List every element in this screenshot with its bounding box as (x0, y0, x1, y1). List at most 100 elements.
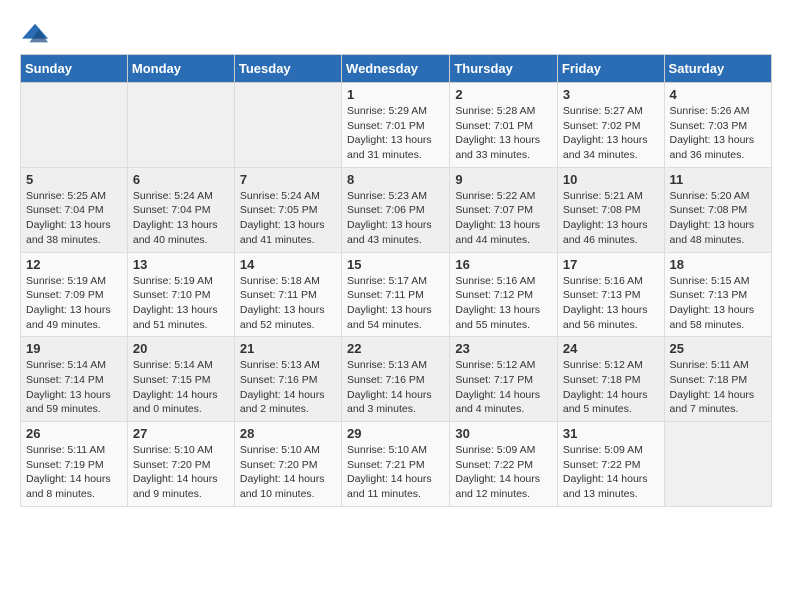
calendar-cell: 13Sunrise: 5:19 AM Sunset: 7:10 PM Dayli… (127, 252, 234, 337)
day-info: Sunrise: 5:19 AM Sunset: 7:09 PM Dayligh… (26, 274, 122, 333)
calendar-cell: 23 Sunrise: 5:12 AM Sunset: 7:17 PM Dayli… (450, 337, 558, 422)
day-number: 29 (347, 426, 444, 441)
weekday-header-saturday: Saturday (664, 55, 771, 83)
day-number: 30 (455, 426, 552, 441)
day-number: 19 (26, 341, 122, 356)
calendar-cell: 15Sunrise: 5:17 AM Sunset: 7:11 PM Dayli… (342, 252, 450, 337)
calendar-cell: 9 Sunrise: 5:22 AM Sunset: 7:07 PM Daylig… (450, 167, 558, 252)
day-number: 31 (563, 426, 659, 441)
calendar-cell: 6Sunrise: 5:24 AM Sunset: 7:04 PM Daylig… (127, 167, 234, 252)
day-info: Sunrise: 5:12 AM Sunset: 7:17 PM Dayligh… (455, 358, 552, 417)
day-number: 7 (240, 172, 336, 187)
calendar-cell: 4Sunrise: 5:26 AM Sunset: 7:03 PM Daylig… (664, 83, 771, 168)
day-info: Sunrise: 5:15 AM Sunset: 7:13 PM Dayligh… (670, 274, 766, 333)
calendar-cell: 7 Sunrise: 5:24 AM Sunset: 7:05 PM Daylig… (234, 167, 341, 252)
day-number: 26 (26, 426, 122, 441)
weekday-header-friday: Friday (557, 55, 664, 83)
calendar-cell: 5 Sunrise: 5:25 AM Sunset: 7:04 PM Daylig… (21, 167, 128, 252)
calendar-week-row: 5 Sunrise: 5:25 AM Sunset: 7:04 PM Daylig… (21, 167, 772, 252)
calendar-cell: 21 Sunrise: 5:13 AM Sunset: 7:16 PM Dayli… (234, 337, 341, 422)
calendar-cell: 1 Sunrise: 5:29 AM Sunset: 7:01 PM Daylig… (342, 83, 450, 168)
weekday-header-thursday: Thursday (450, 55, 558, 83)
day-number: 22 (347, 341, 444, 356)
calendar-cell: 19 Sunrise: 5:14 AM Sunset: 7:14 PM Dayli… (21, 337, 128, 422)
day-info: Sunrise: 5:18 AM Sunset: 7:11 PM Dayligh… (240, 274, 336, 333)
day-number: 15 (347, 257, 444, 272)
calendar-cell: 8 Sunrise: 5:23 AM Sunset: 7:06 PM Daylig… (342, 167, 450, 252)
calendar-cell: 17Sunrise: 5:16 AM Sunset: 7:13 PM Dayli… (557, 252, 664, 337)
calendar-cell (127, 83, 234, 168)
day-info: Sunrise: 5:10 AM Sunset: 7:20 PM Dayligh… (133, 443, 229, 502)
day-info: Sunrise: 5:14 AM Sunset: 7:15 PM Dayligh… (133, 358, 229, 417)
day-info: Sunrise: 5:20 AM Sunset: 7:08 PM Dayligh… (670, 189, 766, 248)
day-info: Sunrise: 5:22 AM Sunset: 7:07 PM Dayligh… (455, 189, 552, 248)
day-number: 18 (670, 257, 766, 272)
day-info: Sunrise: 5:09 AM Sunset: 7:22 PM Dayligh… (455, 443, 552, 502)
calendar-cell: 11 Sunrise: 5:20 AM Sunset: 7:08 PM Dayli… (664, 167, 771, 252)
calendar-week-row: 19 Sunrise: 5:14 AM Sunset: 7:14 PM Dayli… (21, 337, 772, 422)
day-info: Sunrise: 5:27 AM Sunset: 7:02 PM Dayligh… (563, 104, 659, 163)
day-number: 28 (240, 426, 336, 441)
day-info: Sunrise: 5:23 AM Sunset: 7:06 PM Dayligh… (347, 189, 444, 248)
day-number: 25 (670, 341, 766, 356)
day-number: 21 (240, 341, 336, 356)
calendar-week-row: 1 Sunrise: 5:29 AM Sunset: 7:01 PM Daylig… (21, 83, 772, 168)
day-number: 8 (347, 172, 444, 187)
day-number: 23 (455, 341, 552, 356)
day-info: Sunrise: 5:25 AM Sunset: 7:04 PM Dayligh… (26, 189, 122, 248)
calendar-cell: 29Sunrise: 5:10 AM Sunset: 7:21 PM Dayli… (342, 422, 450, 507)
day-number: 24 (563, 341, 659, 356)
calendar-cell: 3Sunrise: 5:27 AM Sunset: 7:02 PM Daylig… (557, 83, 664, 168)
day-info: Sunrise: 5:14 AM Sunset: 7:14 PM Dayligh… (26, 358, 122, 417)
calendar-cell: 18 Sunrise: 5:15 AM Sunset: 7:13 PM Dayli… (664, 252, 771, 337)
day-number: 17 (563, 257, 659, 272)
day-info: Sunrise: 5:24 AM Sunset: 7:04 PM Dayligh… (133, 189, 229, 248)
day-number: 16 (455, 257, 552, 272)
calendar-cell: 20 Sunrise: 5:14 AM Sunset: 7:15 PM Dayli… (127, 337, 234, 422)
calendar-cell (664, 422, 771, 507)
day-number: 4 (670, 87, 766, 102)
calendar-cell: 26Sunrise: 5:11 AM Sunset: 7:19 PM Dayli… (21, 422, 128, 507)
calendar-cell: 22 Sunrise: 5:13 AM Sunset: 7:16 PM Dayli… (342, 337, 450, 422)
calendar-cell: 25 Sunrise: 5:11 AM Sunset: 7:18 PM Dayli… (664, 337, 771, 422)
day-info: Sunrise: 5:28 AM Sunset: 7:01 PM Dayligh… (455, 104, 552, 163)
calendar-cell (234, 83, 341, 168)
day-number: 20 (133, 341, 229, 356)
day-info: Sunrise: 5:13 AM Sunset: 7:16 PM Dayligh… (347, 358, 444, 417)
day-number: 1 (347, 87, 444, 102)
day-info: Sunrise: 5:11 AM Sunset: 7:18 PM Dayligh… (670, 358, 766, 417)
calendar-cell: 30 Sunrise: 5:09 AM Sunset: 7:22 PM Dayli… (450, 422, 558, 507)
day-info: Sunrise: 5:13 AM Sunset: 7:16 PM Dayligh… (240, 358, 336, 417)
logo (20, 20, 50, 44)
calendar-week-row: 12 Sunrise: 5:19 AM Sunset: 7:09 PM Dayli… (21, 252, 772, 337)
logo-icon (22, 20, 50, 48)
calendar-table: SundayMondayTuesdayWednesdayThursdayFrid… (20, 54, 772, 507)
day-info: Sunrise: 5:21 AM Sunset: 7:08 PM Dayligh… (563, 189, 659, 248)
weekday-header-sunday: Sunday (21, 55, 128, 83)
weekday-header-wednesday: Wednesday (342, 55, 450, 83)
day-number: 9 (455, 172, 552, 187)
page-header (20, 20, 772, 44)
calendar-cell: 12 Sunrise: 5:19 AM Sunset: 7:09 PM Dayli… (21, 252, 128, 337)
day-number: 13 (133, 257, 229, 272)
calendar-cell: 14 Sunrise: 5:18 AM Sunset: 7:11 PM Dayli… (234, 252, 341, 337)
weekday-header-tuesday: Tuesday (234, 55, 341, 83)
day-info: Sunrise: 5:24 AM Sunset: 7:05 PM Dayligh… (240, 189, 336, 248)
calendar-cell: 28Sunrise: 5:10 AM Sunset: 7:20 PM Dayli… (234, 422, 341, 507)
day-info: Sunrise: 5:12 AM Sunset: 7:18 PM Dayligh… (563, 358, 659, 417)
day-number: 12 (26, 257, 122, 272)
calendar-cell (21, 83, 128, 168)
calendar-cell: 27Sunrise: 5:10 AM Sunset: 7:20 PM Dayli… (127, 422, 234, 507)
day-info: Sunrise: 5:29 AM Sunset: 7:01 PM Dayligh… (347, 104, 444, 163)
day-info: Sunrise: 5:09 AM Sunset: 7:22 PM Dayligh… (563, 443, 659, 502)
calendar-cell: 24 Sunrise: 5:12 AM Sunset: 7:18 PM Dayli… (557, 337, 664, 422)
day-number: 11 (670, 172, 766, 187)
calendar-cell: 2 Sunrise: 5:28 AM Sunset: 7:01 PM Daylig… (450, 83, 558, 168)
day-number: 10 (563, 172, 659, 187)
calendar-cell: 16Sunrise: 5:16 AM Sunset: 7:12 PM Dayli… (450, 252, 558, 337)
calendar-header-row: SundayMondayTuesdayWednesdayThursdayFrid… (21, 55, 772, 83)
day-number: 2 (455, 87, 552, 102)
day-number: 5 (26, 172, 122, 187)
day-number: 14 (240, 257, 336, 272)
calendar-cell: 10 Sunrise: 5:21 AM Sunset: 7:08 PM Dayli… (557, 167, 664, 252)
